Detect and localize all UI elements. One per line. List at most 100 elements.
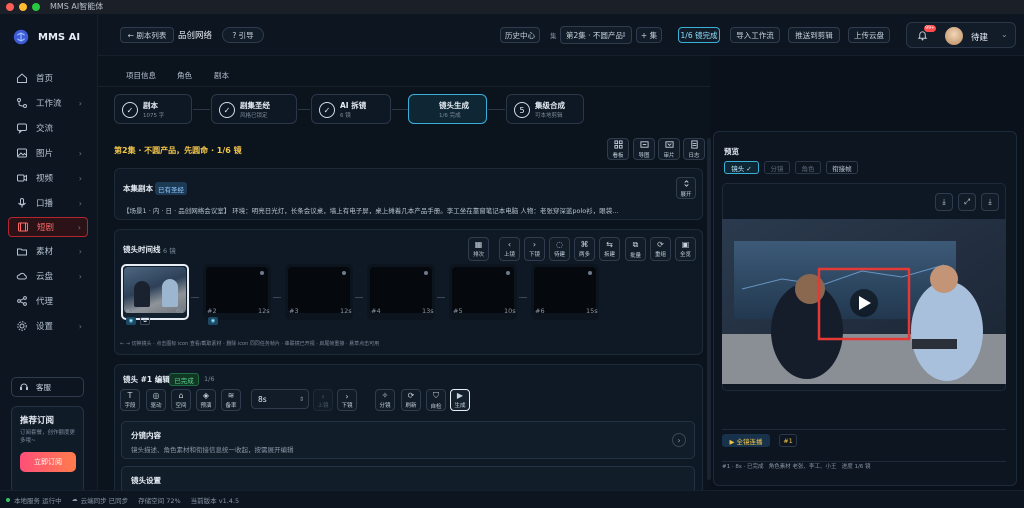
sidebar-item-home[interactable]: 首页 [8, 68, 88, 88]
preview-button[interactable]: ◈ 预演 [196, 389, 216, 411]
overview-button[interactable]: ▣ 全览 [675, 237, 696, 261]
tab-preview-roles[interactable]: 角色 [795, 161, 821, 174]
shot-duration: 10s [504, 307, 516, 315]
section-title: 分镜内容 [131, 431, 161, 440]
brand[interactable]: MMS AI [12, 28, 80, 46]
tool-label: 预演 [200, 403, 212, 409]
eye-icon[interactable]: ◉ [208, 317, 218, 325]
tab-project-info[interactable]: 项目信息 [126, 70, 156, 81]
sidebar-item-workflow[interactable]: 工作流 › [8, 93, 88, 113]
sidebar-item-label: 云盘 [36, 272, 54, 282]
regroup-button[interactable]: ⟳ 重组 [650, 237, 671, 261]
step-series-bible[interactable]: ✓ 剧集圣经 风格已锁定 [211, 94, 297, 124]
sidebar-item-chat[interactable]: 交流 [8, 118, 88, 138]
chevron-right-icon[interactable]: › [672, 433, 686, 447]
fullscreen-icon[interactable]: ⤢ [958, 193, 976, 211]
board-button[interactable]: 看板 [607, 138, 629, 160]
tab-preview-shot[interactable]: 镜头 ✓ [724, 161, 759, 174]
prev-shot-button[interactable]: ‹ 上镜 [313, 389, 333, 411]
step-sub: 1/6 完成 [439, 113, 461, 119]
refresh-button[interactable]: ⟳ 刷新 [401, 389, 421, 411]
minimize-window-button[interactable] [19, 3, 27, 11]
status-dot-icon [506, 271, 510, 275]
person-shape [162, 279, 178, 307]
tab-preview-storyboard[interactable]: 分镜 [764, 161, 790, 174]
chevron-down-icon[interactable]: ⌄ [1001, 30, 1008, 39]
step-ai-split[interactable]: ✓ AI 拆镜 6 镜 [311, 94, 391, 124]
tool-label: 备率 [225, 403, 237, 409]
import-workflow-button[interactable]: 导入工作流 [730, 27, 780, 43]
history-center-button[interactable]: 历史中心 [500, 27, 540, 43]
download-icon[interactable]: ⤓ [935, 193, 953, 211]
user-area[interactable]: 99+ 待建 ⌄ [906, 22, 1016, 48]
tab-script[interactable]: 剧本 [214, 70, 229, 81]
next-shot-button[interactable]: › 下镜 [524, 237, 545, 261]
generate-button[interactable]: ▶ 生成 [450, 389, 470, 411]
log-button[interactable]: 日志 [683, 138, 705, 160]
user-name: 待建 [971, 33, 989, 43]
guide-button[interactable]: ? 引导 [222, 27, 264, 43]
self-check-button[interactable]: ⛉ 自检 [426, 389, 446, 411]
upload-cloud-button[interactable]: 上传云盘 [848, 27, 890, 43]
sidebar-item-video[interactable]: 视频 › [8, 168, 88, 188]
eye-icon[interactable]: ◉ [126, 317, 136, 325]
share-icon [16, 295, 28, 307]
back-to-scripts-button[interactable]: ← 剧本列表 [120, 27, 174, 43]
sidebar-item-cloud[interactable]: 云盘 › [8, 266, 88, 286]
save-icon[interactable]: ⤓ [981, 193, 999, 211]
space-button[interactable]: ⌂ 空间 [171, 389, 191, 411]
sidebar-item-images[interactable]: 图片 › [8, 143, 88, 163]
subscribe-button[interactable]: 立即订阅 [20, 452, 76, 472]
step-sub: 风格已锁定 [240, 113, 268, 119]
brain-logo-icon [13, 29, 29, 45]
shot-id: #4 [371, 307, 381, 315]
tab-roles[interactable]: 角色 [177, 70, 192, 81]
copy-icon[interactable]: ⧉ [140, 317, 150, 325]
maximize-window-button[interactable] [32, 3, 40, 11]
pending-button[interactable]: ◌ 待建 [549, 237, 570, 261]
play-all-button[interactable]: ▶ 全镜连播 [722, 434, 770, 447]
split-button[interactable]: ⇆ 拆建 [599, 237, 620, 261]
sidebar-item-voiceover[interactable]: 口播 › [8, 193, 88, 213]
push-to-editor-button[interactable]: 推送到剪辑 [788, 27, 840, 43]
tool-label: 待建 [553, 252, 565, 258]
storyboard-button[interactable]: ✧ 分镜 [375, 389, 395, 411]
batch-button[interactable]: ⧉ 批量 [625, 237, 646, 261]
main-scrollbar[interactable] [707, 138, 711, 480]
sidebar-item-agent[interactable]: 代理 [8, 291, 88, 311]
add-episode-button[interactable]: + 集 [636, 27, 662, 43]
step-script[interactable]: ✓ 剧本 1075 字 [114, 94, 192, 124]
video-player[interactable] [722, 219, 1006, 384]
sort-button[interactable]: ▦ 排次 [468, 237, 489, 261]
step-episode-compose[interactable]: 5 集级合成 可本地剪辑 [506, 94, 584, 124]
close-window-button[interactable] [6, 3, 14, 11]
prev-shot-button[interactable]: ‹ 上镜 [499, 237, 520, 261]
drive-button[interactable]: ◎ 驱动 [146, 389, 166, 411]
project-name: 品创网络 [178, 31, 213, 41]
duration-select[interactable]: 8s ⇕ [251, 389, 309, 409]
storyboard-section[interactable]: 分镜内容 镜头描述、角色素材和衔接信息统一收起，按需展开编辑 › [121, 421, 695, 459]
sidebar-item-settings[interactable]: 设置 › [8, 316, 88, 336]
expand-button[interactable]: 展开 [676, 177, 696, 199]
ratio-button[interactable]: ≋ 备率 [221, 389, 241, 411]
shot-duration: 13s [422, 307, 434, 315]
review-button[interactable]: 审片 [658, 138, 680, 160]
sync-status: 云端同步 已同步 [80, 496, 129, 505]
sidebar-item-assets[interactable]: 素材 › [8, 241, 88, 261]
customer-service-button[interactable]: 客服 [11, 377, 84, 397]
updown-icon: ⇕ [621, 31, 627, 39]
episode-select[interactable]: 第2集 · 不圆产品 ⇕ [560, 26, 632, 44]
sidebar-item-short-drama[interactable]: 短剧 › [8, 217, 88, 237]
mindmap-button[interactable]: 导图 [633, 138, 655, 160]
step-connector [298, 109, 310, 110]
avatar[interactable] [945, 27, 963, 45]
grid-icon [613, 139, 623, 149]
person-shape [134, 281, 150, 307]
fields-button[interactable]: T 字段 [120, 389, 140, 411]
step-shot-generation[interactable]: 镜头生成 1/6 完成 [408, 94, 487, 124]
tab-preview-link-frames[interactable]: 衔接帧 [826, 161, 858, 174]
shot-duration: 12s [340, 307, 352, 315]
next-shot-button[interactable]: › 下镜 [337, 389, 357, 411]
multi-button[interactable]: ⌘ 两多 [574, 237, 595, 261]
tool-label: 重组 [654, 252, 666, 258]
